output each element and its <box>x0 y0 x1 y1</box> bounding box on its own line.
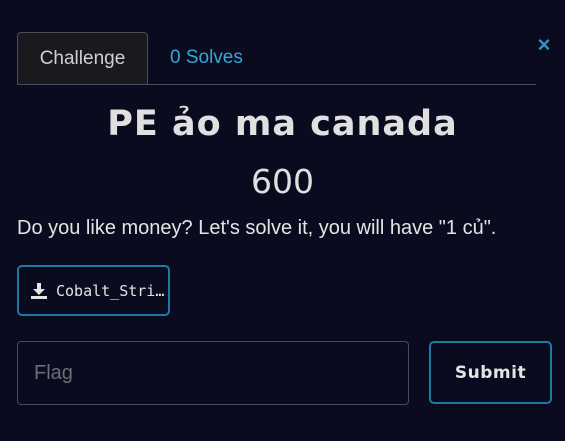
file-download-button[interactable]: Cobalt_Stri… <box>17 265 170 316</box>
challenge-description: Do you like money? Let's solve it, you w… <box>17 217 497 239</box>
challenge-points: 600 <box>251 162 314 201</box>
submit-button[interactable]: Submit <box>429 341 552 404</box>
tab-challenge[interactable]: Challenge <box>17 32 148 84</box>
tab-solves[interactable]: 0 Solves <box>170 32 243 84</box>
challenge-name: PE ảo ma canada <box>107 104 458 144</box>
flag-input[interactable] <box>17 341 409 405</box>
download-icon <box>30 282 48 300</box>
close-icon[interactable]: × <box>536 34 552 56</box>
file-name: Cobalt_Stri… <box>56 281 165 300</box>
challenge-tabs: Challenge 0 Solves <box>17 32 536 85</box>
